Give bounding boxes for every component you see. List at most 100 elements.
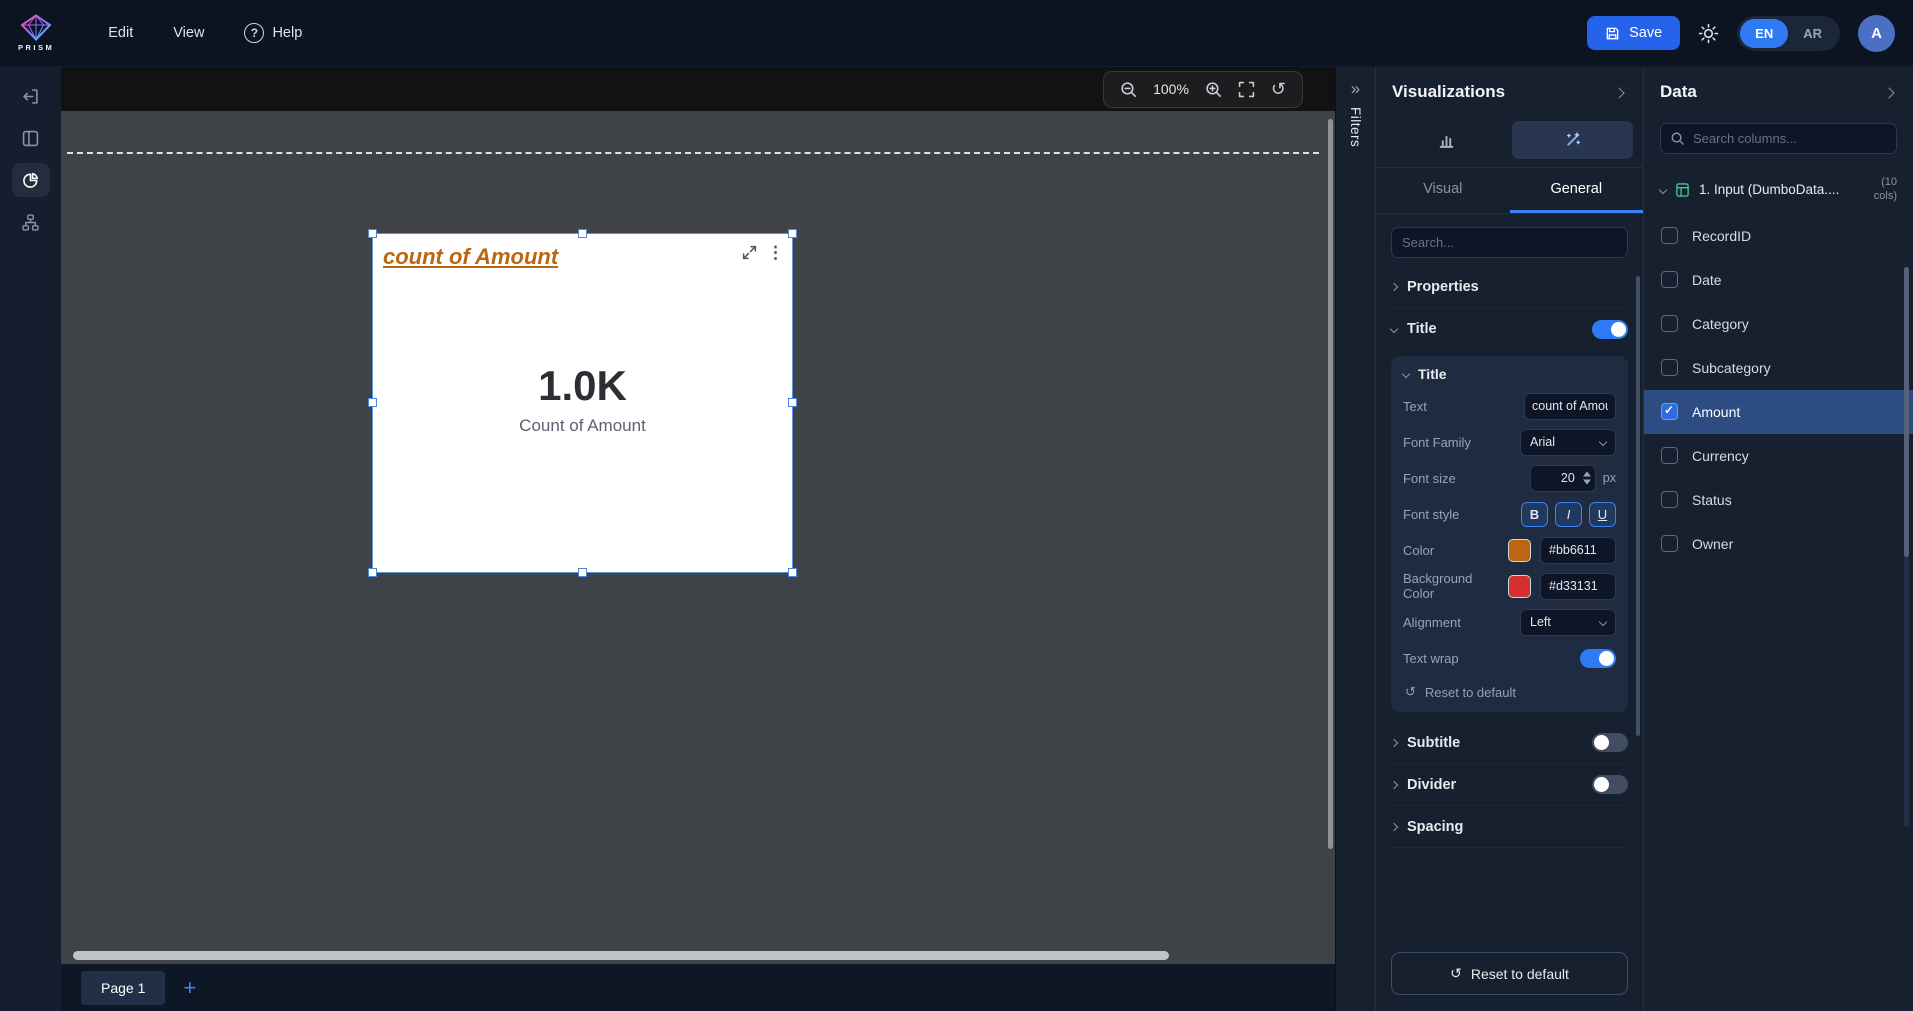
checkbox[interactable]: [1661, 315, 1678, 332]
title-text-label: Text: [1403, 398, 1427, 414]
vertical-scrollbar-thumb[interactable]: [1328, 119, 1333, 849]
checkbox[interactable]: [1661, 227, 1678, 244]
subtitle-toggle[interactable]: [1592, 733, 1628, 752]
tab-page-1[interactable]: Page 1: [81, 970, 166, 1005]
checkbox[interactable]: [1661, 535, 1678, 552]
chevron-right-icon: [1389, 738, 1399, 747]
app-logo[interactable]: PRISM: [18, 14, 54, 52]
section-divider[interactable]: Divider: [1389, 764, 1628, 806]
lang-en-button[interactable]: EN: [1740, 18, 1789, 48]
filters-label[interactable]: Filters: [1348, 107, 1363, 147]
flow-sitemap-icon[interactable]: [12, 205, 50, 239]
tab-general[interactable]: General: [1509, 168, 1643, 213]
background-color-swatch[interactable]: [1508, 574, 1531, 598]
reset-view-icon[interactable]: ↺: [1271, 79, 1286, 100]
menu-help[interactable]: ? Help: [244, 23, 302, 43]
section-subtitle[interactable]: Subtitle: [1389, 722, 1628, 764]
checkbox[interactable]: [1661, 491, 1678, 508]
tab-visual[interactable]: Visual: [1376, 168, 1510, 213]
resize-handle[interactable]: [368, 568, 377, 577]
resize-handle[interactable]: [788, 568, 797, 577]
title-text-input[interactable]: [1524, 392, 1616, 420]
avatar[interactable]: A: [1858, 14, 1895, 52]
add-page-button[interactable]: +: [183, 976, 196, 999]
menu-edit[interactable]: Edit: [108, 25, 133, 41]
reset-icon: ↺: [1405, 684, 1416, 699]
expand-icon[interactable]: [742, 245, 757, 260]
exit-editor-icon[interactable]: [12, 79, 50, 113]
section-title[interactable]: Title: [1389, 308, 1628, 350]
bold-button[interactable]: B: [1521, 501, 1548, 527]
italic-button[interactable]: I: [1555, 501, 1582, 527]
tab-chart-types[interactable]: [1386, 121, 1508, 159]
section-properties[interactable]: Properties: [1389, 266, 1628, 308]
column-row-currency[interactable]: Currency: [1644, 434, 1913, 478]
column-list: RecordID Date Category Subcategory Amoun…: [1644, 214, 1913, 566]
checkbox[interactable]: [1661, 447, 1678, 464]
data-panel-scrollbar[interactable]: [1904, 267, 1909, 827]
data-panel-scrollbar-thumb[interactable]: [1904, 267, 1909, 557]
collapse-data-icon[interactable]: [1881, 81, 1897, 104]
column-label: Status: [1692, 491, 1732, 508]
search-icon: [1670, 131, 1685, 146]
divider-toggle[interactable]: [1592, 775, 1628, 794]
zoom-out-button[interactable]: [1120, 81, 1137, 98]
dashboard-canvas[interactable]: count of Amount ⋮ 1.0K Count of Amount: [61, 111, 1335, 964]
title-reset-to-default[interactable]: ↺ Reset to default: [1403, 676, 1616, 704]
save-button[interactable]: Save: [1587, 16, 1681, 50]
data-header: Data: [1644, 67, 1913, 117]
resize-handle[interactable]: [368, 398, 377, 407]
kpi-widget[interactable]: count of Amount ⋮ 1.0K Count of Amount: [368, 229, 797, 577]
lang-ar-button[interactable]: AR: [1788, 19, 1837, 48]
alignment-select[interactable]: Left: [1520, 608, 1616, 636]
resize-handle[interactable]: [788, 229, 797, 238]
theme-toggle-button[interactable]: [1698, 23, 1719, 44]
section-spacing[interactable]: Spacing: [1389, 806, 1628, 848]
layout-icon[interactable]: [12, 121, 50, 155]
viz-search-input[interactable]: [1391, 227, 1628, 258]
zoom-in-button[interactable]: [1205, 81, 1222, 98]
column-label: Owner: [1692, 535, 1734, 552]
font-size-stepper[interactable]: [1582, 471, 1591, 485]
background-color-input[interactable]: [1540, 572, 1616, 600]
font-family-label: Font Family: [1403, 434, 1471, 450]
title-toggle[interactable]: [1592, 319, 1628, 339]
expand-filters-icon[interactable]: »: [1351, 79, 1360, 99]
column-row-subcategory[interactable]: Subcategory: [1644, 346, 1913, 390]
title-color-input[interactable]: [1540, 536, 1616, 564]
column-row-category[interactable]: Category: [1644, 302, 1913, 346]
column-row-date[interactable]: Date: [1644, 258, 1913, 302]
viz-panel-scrollbar[interactable]: [1636, 276, 1640, 736]
menu-view[interactable]: View: [173, 25, 204, 41]
resize-handle[interactable]: [368, 229, 377, 238]
column-row-amount[interactable]: Amount: [1644, 389, 1913, 434]
title-settings-header[interactable]: Title: [1401, 366, 1616, 382]
viz-footer: ↺ Reset to default: [1376, 940, 1643, 1011]
data-source-row[interactable]: 1. Input (DumboData.... (10 cols): [1644, 168, 1913, 214]
tab-formatting[interactable]: [1511, 121, 1633, 159]
text-wrap-toggle[interactable]: [1580, 648, 1616, 668]
color-label: Color: [1403, 542, 1435, 558]
resize-handle[interactable]: [788, 398, 797, 407]
resize-handle[interactable]: [577, 568, 587, 577]
font-family-select[interactable]: Arial: [1520, 428, 1616, 456]
column-label: RecordID: [1692, 227, 1752, 244]
zoom-level: 100%: [1153, 81, 1189, 97]
collapse-visualizations-icon[interactable]: [1611, 81, 1627, 104]
column-row-recordid[interactable]: RecordID: [1644, 214, 1913, 258]
checkbox[interactable]: [1661, 359, 1678, 376]
column-row-owner[interactable]: Owner: [1644, 522, 1913, 566]
checkbox[interactable]: [1661, 271, 1678, 288]
resize-handle[interactable]: [577, 229, 587, 238]
column-row-status[interactable]: Status: [1644, 478, 1913, 522]
reset-to-default-button[interactable]: ↺ Reset to default: [1391, 952, 1628, 995]
vertical-scrollbar[interactable]: [1328, 119, 1333, 948]
underline-button[interactable]: U: [1589, 501, 1616, 527]
data-search-input[interactable]: [1660, 123, 1897, 154]
checkbox-checked[interactable]: [1661, 403, 1678, 420]
fit-screen-button[interactable]: [1238, 81, 1255, 98]
kebab-menu-icon[interactable]: ⋮: [767, 244, 784, 261]
title-color-swatch[interactable]: [1508, 538, 1531, 562]
charts-pie-icon[interactable]: [11, 163, 50, 197]
horizontal-scrollbar[interactable]: [73, 951, 1169, 960]
